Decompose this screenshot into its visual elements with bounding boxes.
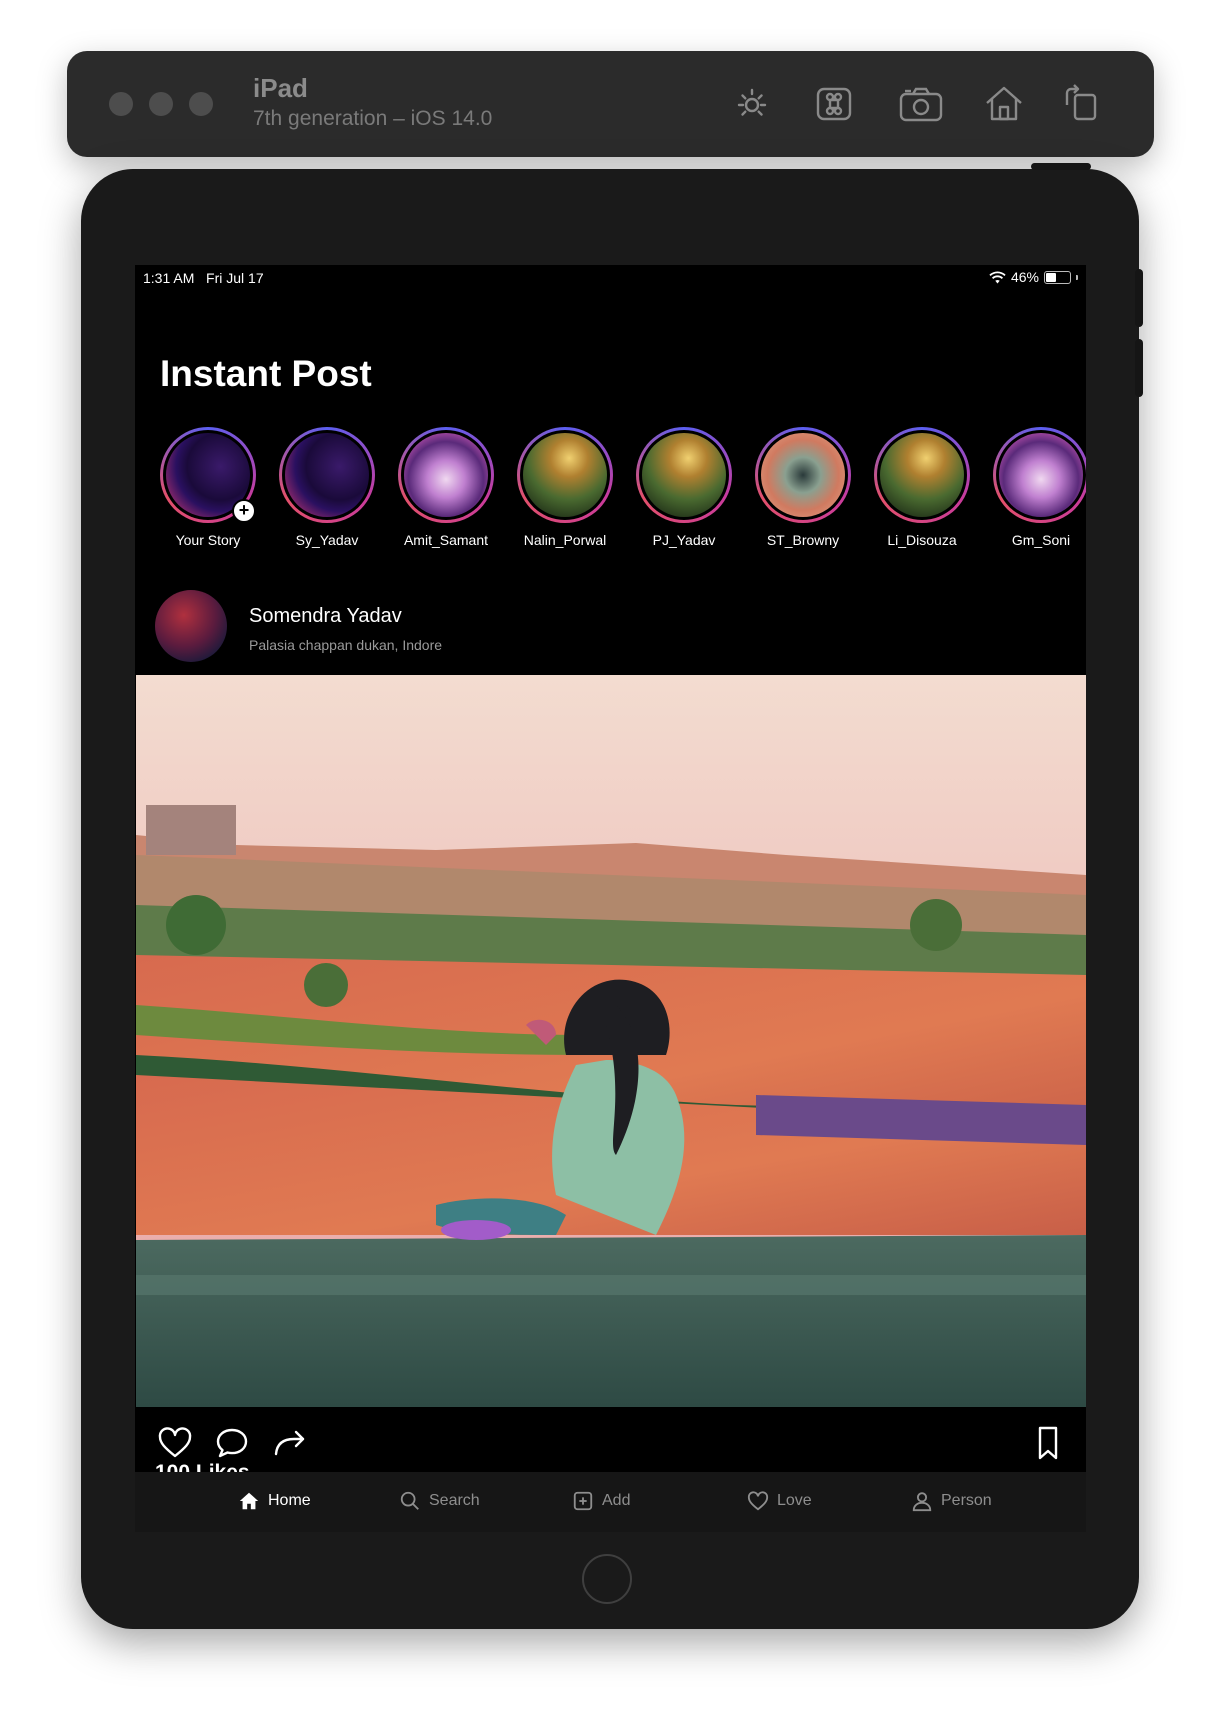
story-avatar <box>999 433 1083 517</box>
simulator-device-name: iPad <box>253 73 308 103</box>
story-ring-inner <box>401 430 491 520</box>
story-avatar <box>761 433 845 517</box>
tab-person[interactable]: Person <box>911 1490 992 1512</box>
zoom-window-button[interactable] <box>189 92 213 116</box>
story-avatar <box>523 433 607 517</box>
rotate-icon[interactable] <box>1059 81 1103 125</box>
person-icon <box>912 1492 932 1512</box>
story-label: PJ_Yadav <box>652 532 716 548</box>
tab-search-label: Search <box>429 1492 480 1509</box>
heart-icon <box>747 1491 769 1511</box>
story-label: Nalin_Porwal <box>523 532 607 548</box>
status-right: 46% <box>989 269 1078 285</box>
screenshot-icon[interactable] <box>897 81 945 125</box>
story-your-story[interactable]: + Your Story <box>153 427 263 548</box>
page-title: Instant Post <box>160 353 372 394</box>
story-label: Amit_Samant <box>403 532 489 548</box>
story-li-disouza[interactable]: Li_Disouza <box>867 427 977 548</box>
search-icon <box>400 1491 419 1510</box>
bottom-tab-bar: Home Search Add Love Person <box>135 1472 1086 1532</box>
tab-home-label: Home <box>268 1492 311 1509</box>
story-ring-inner <box>877 430 967 520</box>
app-screen: 1:31 AM Fri Jul 17 46% Instant Post + You… <box>135 265 1086 1532</box>
status-bar: 1:31 AM Fri Jul 17 46% <box>135 265 1086 291</box>
brightness-icon[interactable] <box>730 81 774 125</box>
story-label: Gm_Soni <box>1011 532 1071 548</box>
story-ring <box>398 427 494 523</box>
simulator-toolbar: iPad 7th generation – iOS 14.0 <box>67 51 1154 157</box>
story-ring <box>279 427 375 523</box>
story-ring-inner <box>996 430 1086 520</box>
wifi-icon <box>989 271 1006 283</box>
command-icon[interactable] <box>812 81 856 125</box>
post-actions <box>135 1407 1086 1472</box>
hardware-home-button[interactable] <box>582 1554 632 1604</box>
tab-love-label: Love <box>777 1492 812 1509</box>
battery-percent: 46% <box>1010 269 1039 285</box>
tab-home[interactable]: Home <box>238 1490 311 1512</box>
like-heart-icon[interactable] <box>157 1425 193 1461</box>
post-avatar[interactable] <box>155 590 227 662</box>
story-ring: + <box>160 427 256 523</box>
story-ring <box>636 427 732 523</box>
story-ring <box>993 427 1086 523</box>
story-sy-yadav[interactable]: Sy_Yadav <box>272 427 382 548</box>
battery-fill <box>1046 272 1056 282</box>
story-pj-yadav[interactable]: PJ_Yadav <box>629 427 739 548</box>
battery-icon <box>1044 270 1071 284</box>
story-nalin-porwal[interactable]: Nalin_Porwal <box>510 427 620 548</box>
story-ring <box>755 427 851 523</box>
story-ring-inner <box>520 430 610 520</box>
home-icon[interactable] <box>982 81 1026 125</box>
tab-love[interactable]: Love <box>747 1490 812 1512</box>
story-gm-soni[interactable]: Gm_Soni <box>986 427 1086 548</box>
close-window-button[interactable] <box>109 92 133 116</box>
story-ring <box>874 427 970 523</box>
story-st-browny[interactable]: ST_Browny <box>748 427 858 548</box>
story-avatar <box>642 433 726 517</box>
story-ring-inner <box>282 430 372 520</box>
story-ring-inner <box>758 430 848 520</box>
comment-bubble-icon[interactable] <box>214 1425 250 1461</box>
volume-up-button <box>1135 269 1143 327</box>
post-location: Palasia chappan dukan, Indore <box>249 637 443 653</box>
story-label: Your Story <box>175 532 241 548</box>
story-ring-inner <box>639 430 729 520</box>
story-label: Li_Disouza <box>887 532 957 548</box>
post-image[interactable] <box>136 675 1086 1407</box>
add-icon <box>573 1491 593 1511</box>
post-header: Somendra Yadav Palasia chappan dukan, In… <box>155 590 1055 664</box>
tab-person-label: Person <box>941 1492 992 1509</box>
story-avatar <box>285 433 369 517</box>
tab-add-label: Add <box>602 1492 631 1509</box>
stories-row: + Your Story Sy_Yadav Amit_Samant Nalin_Porw… <box>153 427 1086 557</box>
top-power-button <box>1031 163 1091 170</box>
status-time: 1:31 AM Fri Jul 17 <box>143 270 264 286</box>
post-username[interactable]: Somendra Yadav <box>249 605 402 628</box>
share-arrow-icon[interactable] <box>272 1425 308 1461</box>
story-ring <box>517 427 613 523</box>
simulator-device-subtitle: 7th generation – iOS 14.0 <box>253 107 493 130</box>
story-amit-samant[interactable]: Amit_Samant <box>391 427 501 548</box>
story-avatar <box>404 433 488 517</box>
bookmark-icon[interactable] <box>1030 1425 1066 1461</box>
tab-search[interactable]: Search <box>399 1490 480 1512</box>
add-story-plus-icon[interactable]: + <box>232 499 256 523</box>
battery-tip <box>1076 274 1078 280</box>
story-avatar <box>880 433 964 517</box>
volume-down-button <box>1135 339 1143 397</box>
story-label: Sy_Yadav <box>295 532 359 548</box>
story-label: ST_Browny <box>766 532 840 548</box>
minimize-window-button[interactable] <box>149 92 173 116</box>
tab-add[interactable]: Add <box>572 1490 630 1512</box>
home-icon <box>239 1492 259 1510</box>
